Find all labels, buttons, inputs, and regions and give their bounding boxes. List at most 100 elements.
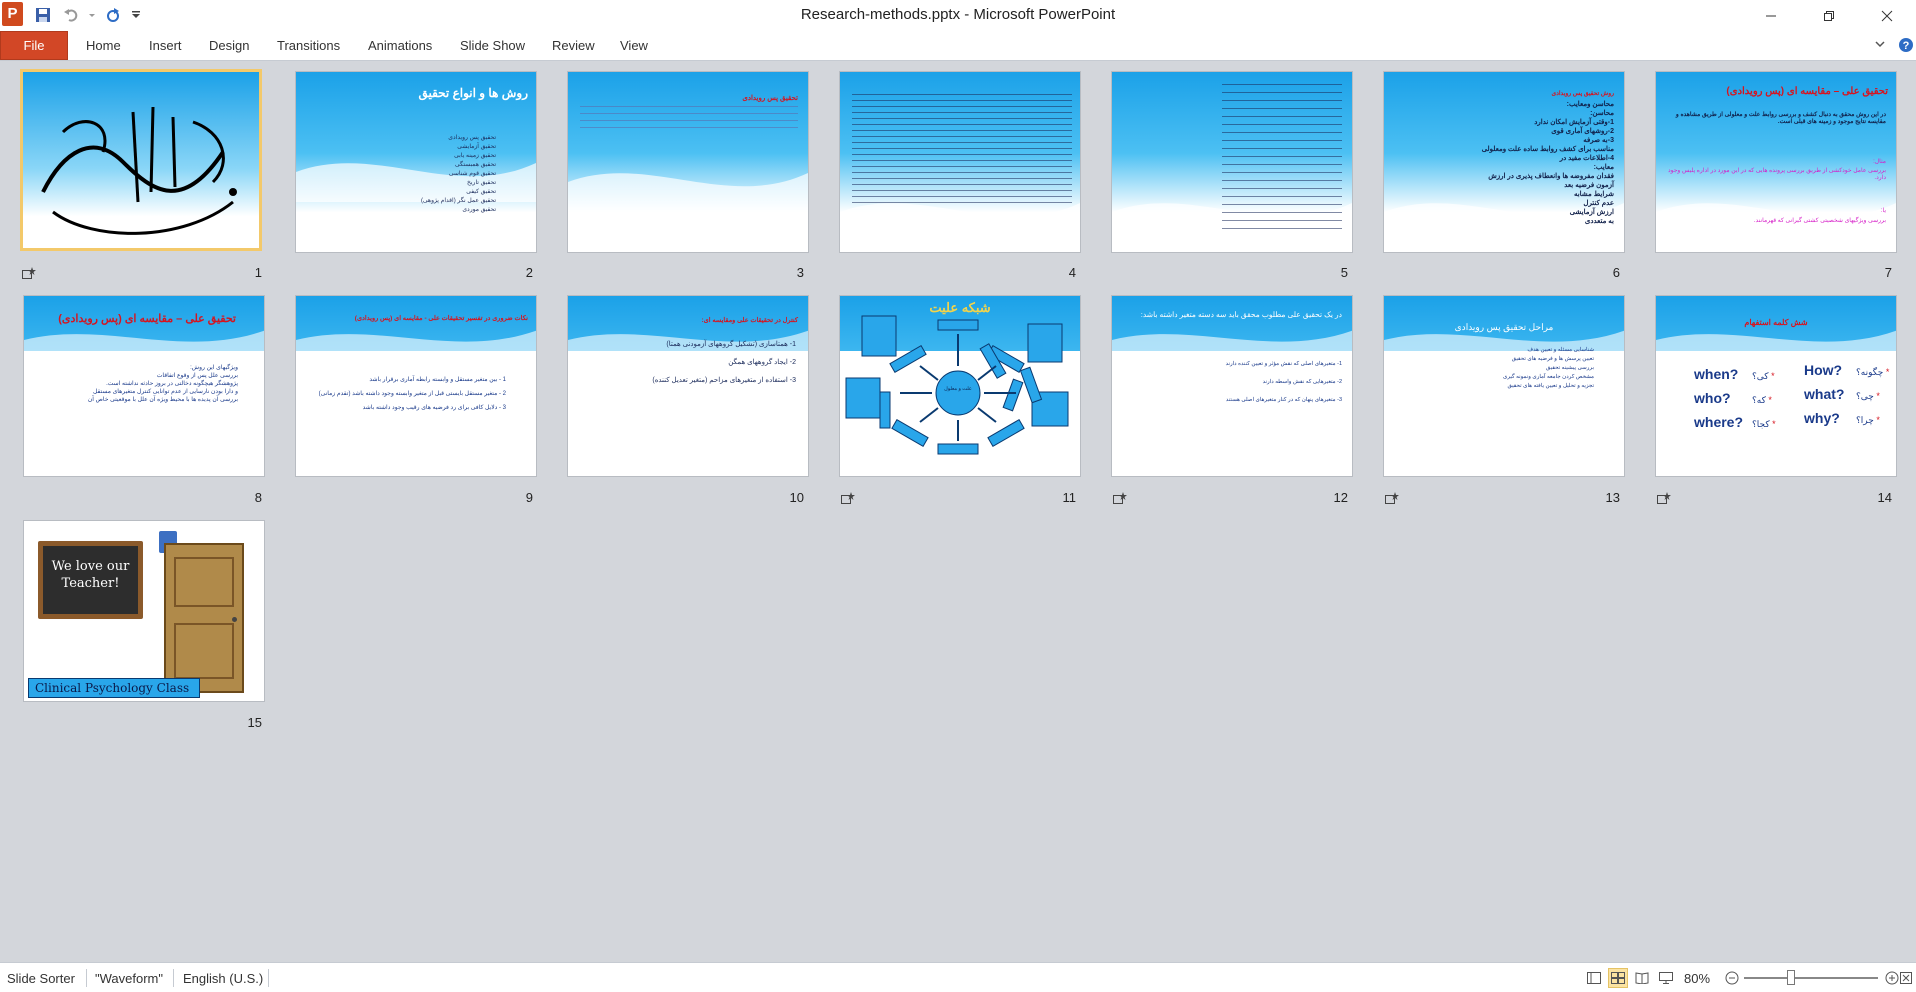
transition-star-icon[interactable]	[1657, 492, 1671, 504]
slide-body-example-label: مثال:	[1873, 159, 1886, 165]
close-icon[interactable]	[1858, 0, 1916, 31]
slide-thumbnail-9[interactable]: نکات ضروری در تفسیر تحقیقات علی - مقایسه…	[295, 295, 537, 477]
slide-number: 5	[1340, 265, 1348, 280]
title-bar: P Research-methods.pptx - Microsoft Powe…	[0, 0, 1916, 31]
class-banner: Clinical Psychology Class	[28, 678, 200, 698]
slide-body-text-lines	[1222, 84, 1342, 234]
slide-title: در یک تحقیق علی مطلوب محقق باید سه دسته …	[1140, 310, 1342, 319]
slide-title: شش کلمه استفهام	[1744, 318, 1808, 327]
slide-show-view-icon[interactable]	[1656, 968, 1676, 988]
transition-star-icon[interactable]	[1385, 492, 1399, 504]
transition-star-icon[interactable]	[841, 492, 855, 504]
slide-title: تحقیق علی – مقایسه ای (پس رویدادی)	[58, 313, 236, 325]
slide-thumbnail-7[interactable]: تحقیق علی – مقایسه ای (پس رویدادی) در ای…	[1655, 71, 1897, 253]
slide-body-intro: در این روش محقق به دنبال کشف و بررسی روا…	[1675, 112, 1886, 125]
slide-number: 9	[525, 490, 533, 505]
slide-sorter-area: 1 روش ها و انواع تحقیق تحقیق پس رویدادی ت…	[0, 62, 1916, 962]
tab-view[interactable]: View	[620, 38, 648, 53]
slide-thumbnail-12[interactable]: در یک تحقیق علی مطلوب محقق باید سه دسته …	[1111, 295, 1353, 477]
slide-thumbnail-10[interactable]: کنترل در تحقیقات علی ومقایسه ای: 1- همتا…	[567, 295, 809, 477]
slide-number: 11	[1062, 490, 1077, 505]
slide-number: 14	[1877, 490, 1892, 505]
divider	[173, 969, 174, 987]
slide-thumbnail-5[interactable]	[1111, 71, 1353, 253]
tab-file[interactable]: File	[0, 31, 68, 60]
chalkboard-text: We love our Teacher!	[43, 546, 138, 614]
status-bar: Slide Sorter "Waveform" English (U.S.) 8…	[0, 962, 1916, 992]
help-icon[interactable]: ?	[1898, 37, 1914, 58]
tab-animations[interactable]: Animations	[368, 38, 432, 53]
minimize-icon[interactable]	[1742, 0, 1800, 31]
transition-star-icon[interactable]	[1113, 492, 1127, 504]
slide-number: 1	[254, 265, 262, 280]
slide-words-persian-right: چگونه؟ * چی؟ * چرا؟ *	[1856, 367, 1890, 425]
slide-body-or: یا:	[1880, 208, 1886, 214]
slide-thumbnail-11[interactable]: شبکه علیت علت و معلول	[839, 295, 1081, 477]
tab-slide-show[interactable]: Slide Show	[460, 38, 525, 53]
divider	[86, 969, 87, 987]
tab-design[interactable]: Design	[209, 38, 249, 53]
zoom-slider-track[interactable]	[1744, 977, 1878, 979]
slide-title: تحقیق پس رویدادی	[742, 95, 798, 102]
slide-body-text-lines	[852, 94, 1072, 204]
slide-title: روش ها و انواع تحقیق	[418, 86, 528, 100]
normal-view-icon[interactable]	[1584, 968, 1604, 988]
slide-title: مراحل تحقیق پس رویدادی	[1454, 322, 1554, 332]
tab-review[interactable]: Review	[552, 38, 595, 53]
door-image	[164, 543, 244, 693]
ribbon-minimize-icon[interactable]	[1874, 37, 1886, 55]
slide-number: 6	[1612, 265, 1620, 280]
fit-to-window-icon[interactable]	[1896, 968, 1916, 988]
slide-thumbnail-14[interactable]: شش کلمه استفهام when? who? where? کی؟ * که…	[1655, 295, 1897, 477]
tab-insert[interactable]: Insert	[149, 38, 182, 53]
slide-number: 10	[789, 490, 804, 505]
slide-thumbnail-15[interactable]: We love our Teacher! Clinical Psychology…	[23, 520, 265, 702]
window-title: Research-methods.pptx - Microsoft PowerP…	[800, 6, 1116, 23]
svg-text:?: ?	[1903, 40, 1910, 52]
slide-thumbnail-4[interactable]	[839, 71, 1081, 253]
tab-home[interactable]: Home	[86, 38, 121, 53]
calligraphy-image	[33, 92, 251, 242]
slide-number: 7	[1884, 265, 1892, 280]
slide-number: 13	[1605, 490, 1620, 505]
slide-words-left: when? who? where?	[1694, 366, 1744, 430]
chalkboard-image: We love our Teacher!	[38, 541, 143, 619]
slide-thumbnail-2[interactable]: روش ها و انواع تحقیق تحقیق پس رویدادی تحق…	[295, 71, 537, 253]
window-controls	[1742, 0, 1916, 31]
slide-number: 4	[1068, 265, 1076, 280]
slide-body-example2: بررسی ویژگیهای شخصیتی کشتی گیرانی که قهر…	[1753, 218, 1886, 224]
tab-transitions[interactable]: Transitions	[277, 38, 340, 53]
slide-words-persian-left: کی؟ * که؟ * کجا؟ *	[1752, 371, 1776, 429]
slide-body-example: بررسی عامل خودکشی از طریق بررسی پرونده ه…	[1667, 168, 1886, 181]
reading-view-icon[interactable]	[1632, 968, 1652, 988]
ribbon-tab-bar: File Home Insert Design Transitions Anim…	[0, 31, 1916, 61]
zoom-level[interactable]: 80%	[1684, 971, 1710, 986]
status-language[interactable]: English (U.S.)	[183, 971, 263, 986]
slide-body: شناسایی مسئله و تعیین هدف تعیین پرسش ها و…	[1503, 347, 1594, 389]
slide-title: نکات ضروری در تفسیر تحقیقات علی - مقایسه…	[354, 315, 528, 322]
slide-body: 1 - بین متغیر مستقل و وابسته رابطه آماری…	[318, 377, 506, 411]
slide-body: تحقیق پس رویدادی تحقیق آزمایشی تحقیق زمینه…	[420, 135, 496, 213]
slide-thumbnail-13[interactable]: مراحل تحقیق پس رویدادی شناسایی مسئله و ت…	[1383, 295, 1625, 477]
slide-body: 1- همتاسازی (تشکیل گروههای آزمودنی همتا)…	[652, 341, 796, 384]
slide-thumbnail-1[interactable]	[20, 69, 262, 251]
slide-thumbnail-6[interactable]: روش تحقیق پس رویدادی محاسن ومعایب: محاسن:…	[1383, 71, 1625, 253]
divider	[268, 969, 269, 987]
slide-number: 15	[247, 715, 262, 730]
zoom-slider-handle[interactable]	[1787, 970, 1795, 985]
slide-sorter-view-icon[interactable]	[1608, 968, 1628, 988]
slide-thumbnail-3[interactable]: تحقیق پس رویدادی	[567, 71, 809, 253]
zoom-out-icon[interactable]	[1722, 968, 1742, 988]
slide-words-right: How? what? why?	[1804, 362, 1845, 426]
restore-icon[interactable]	[1800, 0, 1858, 31]
slide-number: 3	[796, 265, 804, 280]
slide-title: روش تحقیق پس رویدادی	[1551, 91, 1614, 97]
slide-number: 12	[1333, 490, 1348, 505]
slide-thumbnail-8[interactable]: تحقیق علی – مقایسه ای (پس رویدادی) ویژگی…	[23, 295, 265, 477]
slide-body: ویژگیهای این روش: بررسی علل پس از وقوع ات…	[87, 365, 238, 403]
network-center-label: علت و معلول	[944, 386, 972, 392]
status-view-name: Slide Sorter	[7, 971, 75, 986]
transition-star-icon[interactable]	[22, 267, 36, 279]
slide-title: تحقیق علی – مقایسه ای (پس رویدادی)	[1726, 86, 1888, 97]
slide-number: 8	[254, 490, 262, 505]
